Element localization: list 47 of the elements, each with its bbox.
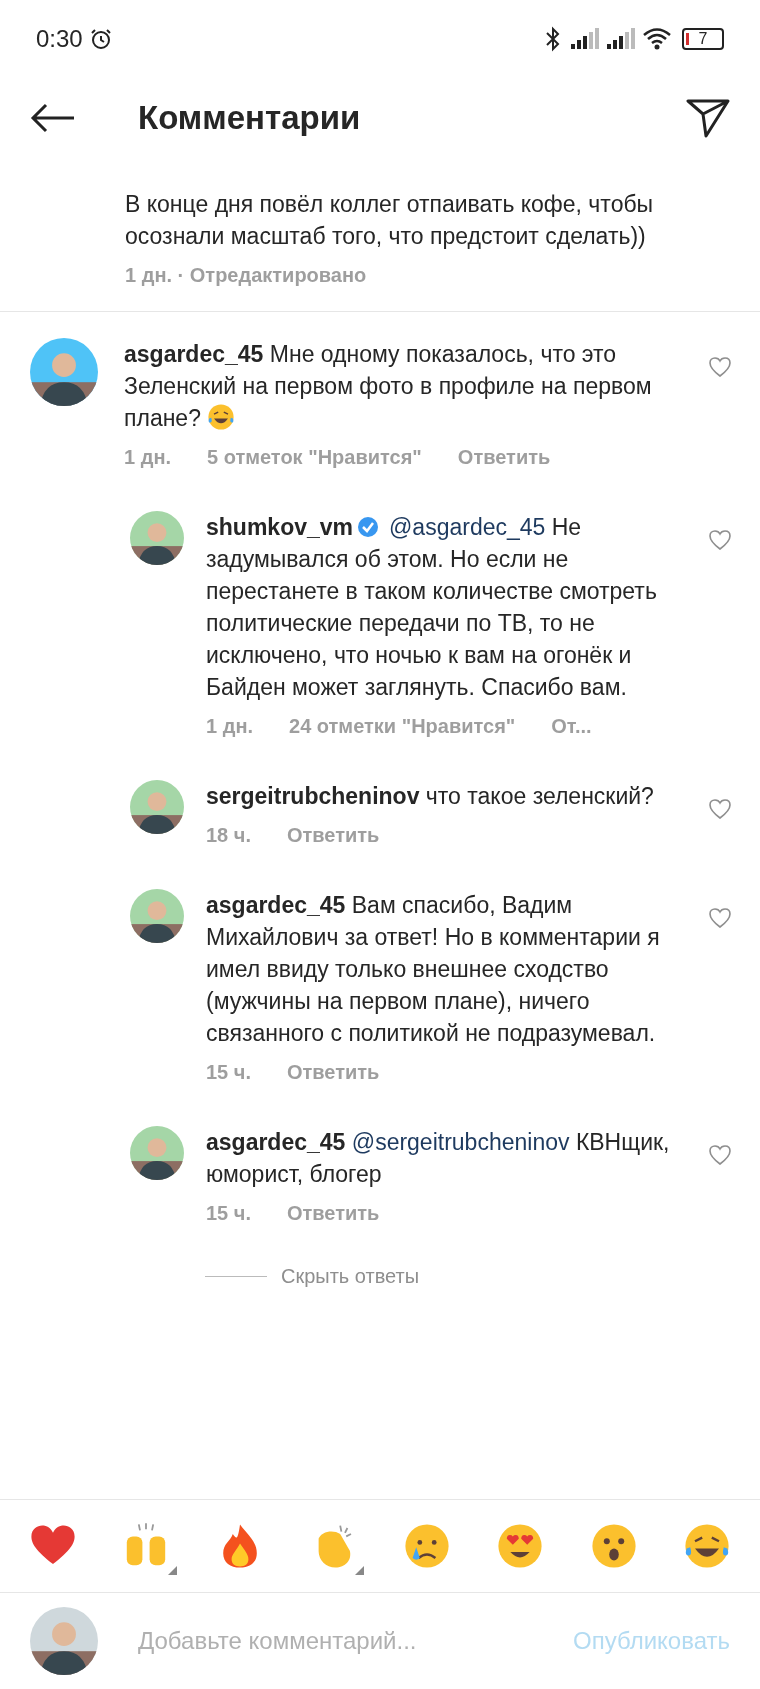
likes-count-link[interactable]: 24 отметки "Нравится" bbox=[289, 715, 516, 738]
comment-time: 18 ч. bbox=[206, 824, 251, 847]
mention-link[interactable]: @sergeitrubcheninov bbox=[351, 1129, 570, 1155]
heart-icon[interactable] bbox=[708, 529, 732, 551]
signal-icon bbox=[606, 28, 636, 50]
comment-text: asgardec_45 @sergeitrubcheninov КВНщик, юморист, блогер bbox=[206, 1128, 671, 1189]
username-link[interactable]: asgardec_45 bbox=[124, 341, 264, 367]
reply-link[interactable]: От... bbox=[551, 715, 592, 738]
comment-time: 15 ч. bbox=[206, 1202, 251, 1225]
back-arrow-icon[interactable] bbox=[30, 103, 76, 133]
reply-link[interactable]: Ответить bbox=[287, 824, 380, 847]
avatar[interactable] bbox=[130, 511, 184, 565]
clock-time: 0:30 bbox=[36, 25, 83, 53]
comment-text: shumkov_vm @asgardec_45 Не задумывался об этом. Но если не перестанете в таком количестве смотреть политические передачи по ТВ, то не исключено, что ночью к вам на огонёк и Байден может заглянуть. Спасибо вам. bbox=[206, 513, 658, 702]
heart-icon[interactable] bbox=[708, 907, 732, 929]
reply-link[interactable]: Ответить bbox=[457, 446, 551, 469]
comment-text: sergeitrubcheninov что такое зеленский? bbox=[206, 782, 655, 811]
variants-corner-icon bbox=[355, 1566, 365, 1575]
comment-input[interactable]: Добавьте комментарий... bbox=[136, 1626, 574, 1656]
username-link[interactable]: sergeitrubcheninov bbox=[206, 783, 420, 809]
comment-time: 1 дн. bbox=[124, 446, 171, 469]
comment-meta: 1 дн. · Отредактировано bbox=[125, 264, 367, 287]
signal-icon bbox=[570, 28, 600, 50]
comment-time: 1 дн. bbox=[206, 715, 253, 738]
likes-count-link[interactable]: 5 отметок "Нравится" bbox=[207, 446, 422, 469]
mention-link[interactable]: @asgardec_45 bbox=[389, 514, 546, 540]
avatar[interactable] bbox=[130, 889, 184, 943]
variants-corner-icon bbox=[168, 1566, 178, 1575]
comment-text: asgardec_45 Мне одному показалось, что это Зеленский на первом фото в профиле на первом плане? bbox=[124, 340, 653, 433]
username-link[interactable]: asgardec_45 bbox=[206, 892, 346, 918]
username-link[interactable]: shumkov_vm bbox=[206, 514, 353, 540]
heart-icon[interactable] bbox=[708, 1144, 732, 1166]
comment-text: В конце дня повёл коллег отпаивать кофе, чтобы осознали масштаб того, что предстоит сделать)) bbox=[125, 190, 655, 251]
avatar[interactable] bbox=[130, 780, 184, 834]
wifi-icon bbox=[642, 27, 672, 51]
hide-replies-link[interactable]: Скрыть ответы bbox=[281, 1265, 420, 1288]
page-title: Комментарии bbox=[138, 99, 362, 137]
username-link[interactable]: asgardec_45 bbox=[206, 1129, 346, 1155]
battery-indicator: 7 bbox=[682, 28, 724, 50]
comment-text: asgardec_45 Вам спасибо, Вадим Михайлович за ответ! Но в комментарии я имел ввиду только внешнее сходство (мужчины на первом плане), ничего связанного с политикой не подразумевал. bbox=[206, 891, 661, 1048]
heart-icon[interactable] bbox=[708, 356, 732, 378]
reply-link[interactable]: Ответить bbox=[287, 1061, 380, 1084]
send-icon[interactable] bbox=[686, 98, 730, 138]
comment-time: 15 ч. bbox=[206, 1061, 251, 1084]
avatar[interactable] bbox=[130, 1126, 184, 1180]
heart-icon[interactable] bbox=[708, 798, 732, 820]
reply-link[interactable]: Ответить bbox=[287, 1202, 380, 1225]
